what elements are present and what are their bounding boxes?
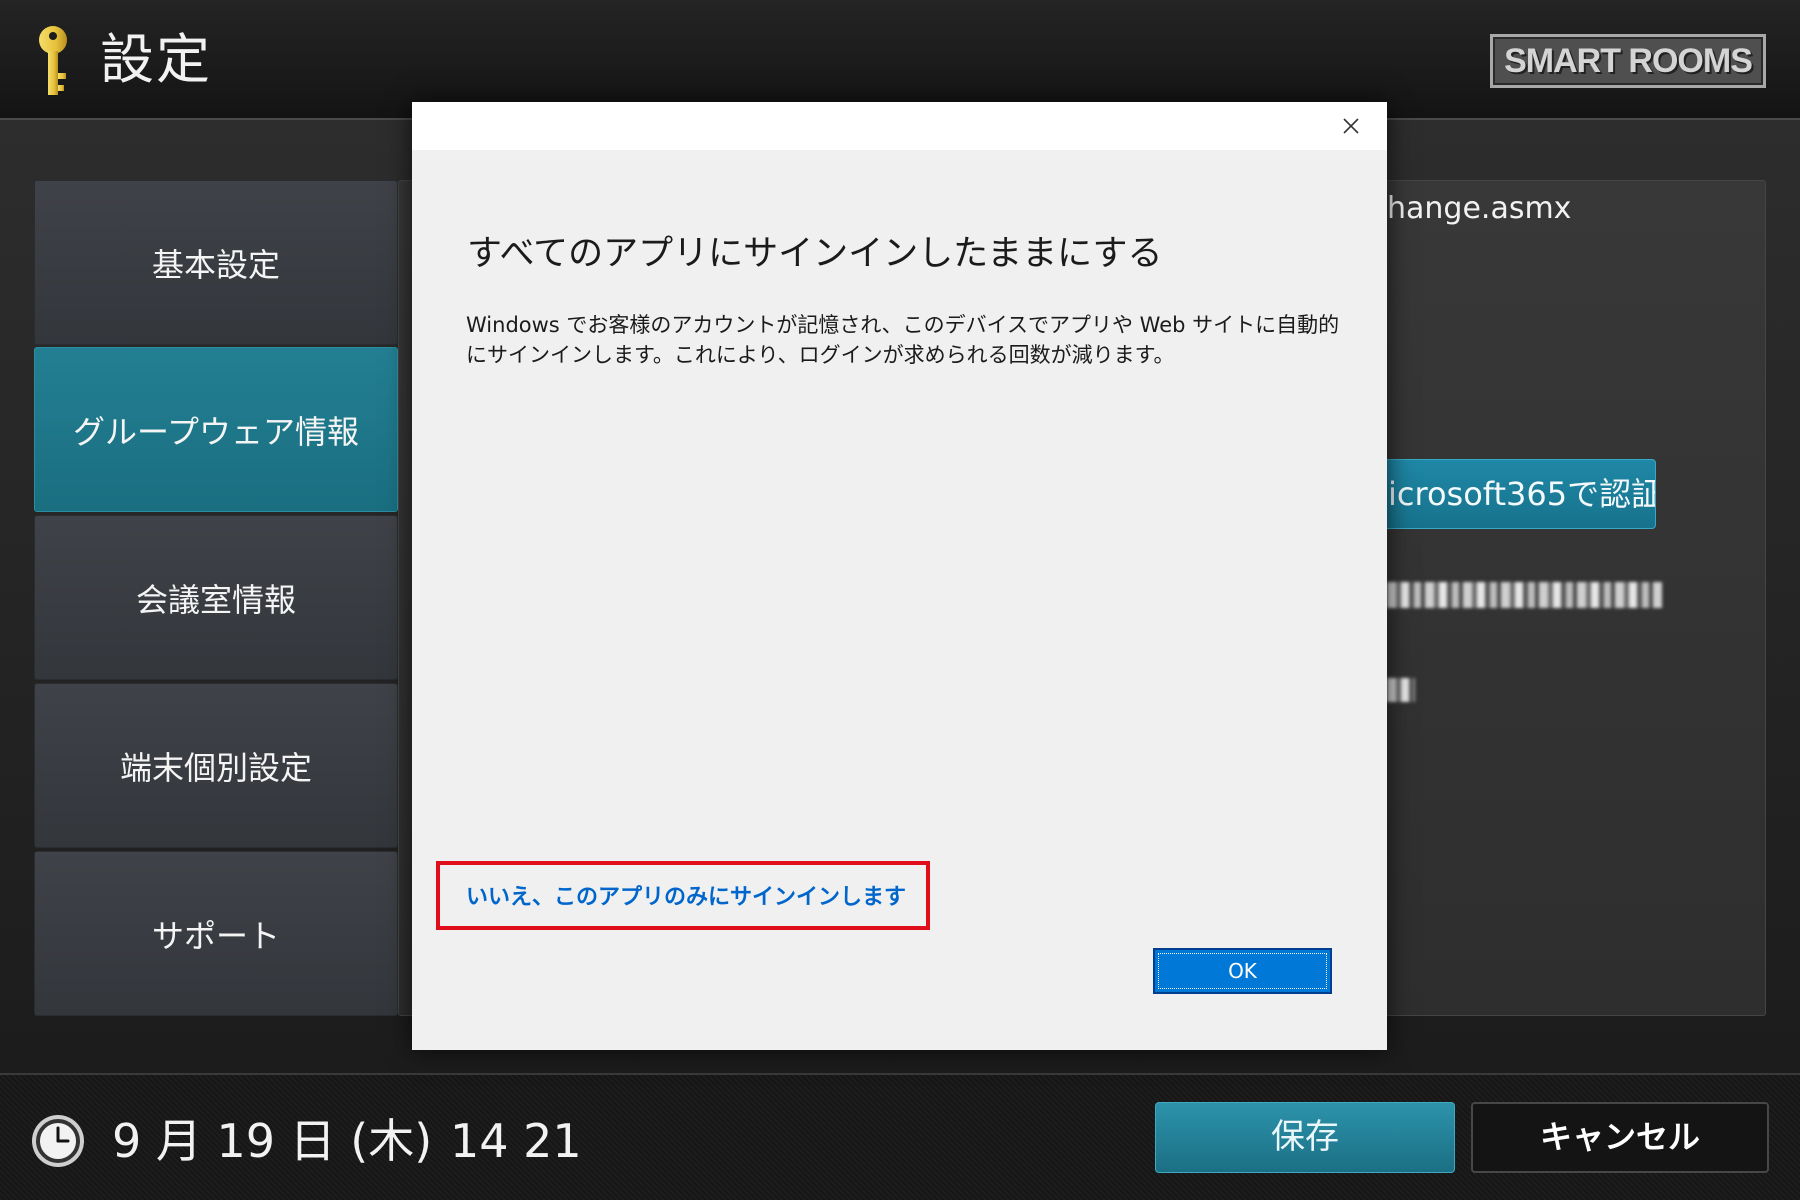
dialog-heading: すべてのアプリにサインインしたままにする — [467, 234, 1163, 274]
sidebar-item-device-settings[interactable]: 端末個別設定 — [34, 683, 398, 848]
cancel-button[interactable]: キャンセル — [1471, 1102, 1769, 1173]
sidebar-item-label: 端末個別設定 — [119, 748, 312, 787]
screen: 設定 SMART ROOMS 基本設定 グループウェア情報 会議室情報 端末個別… — [0, 0, 1800, 1200]
sidebar: 基本設定 グループウェア情報 会議室情報 端末個別設定 サポート — [34, 180, 398, 1016]
server-url-text: hange.asmx — [1387, 191, 1572, 226]
sidebar-item-support[interactable]: サポート — [34, 851, 398, 1016]
sidebar-item-groupware-info[interactable]: グループウェア情報 — [34, 347, 398, 512]
this-app-only-link[interactable]: いいえ、このアプリのみにサインインします — [466, 883, 906, 913]
sidebar-item-label: 会議室情報 — [135, 580, 296, 619]
redacted-text — [1387, 678, 1415, 702]
time-display: 14 21 — [450, 1114, 582, 1168]
key-icon — [39, 26, 67, 95]
sidebar-item-label: 基本設定 — [151, 245, 280, 284]
close-icon[interactable] — [1337, 112, 1365, 140]
clock-icon — [32, 1115, 84, 1167]
sign-in-dialog: すべてのアプリにサインインしたままにする Windows でお客様のアカウントが… — [412, 102, 1387, 1050]
sidebar-item-room-info[interactable]: 会議室情報 — [34, 515, 398, 680]
save-button[interactable]: 保存 — [1155, 1102, 1455, 1173]
dialog-body-text: Windows でお客様のアカウントが記憶され、このデバイスでアプリや Web … — [466, 313, 1340, 367]
microsoft365-auth-button[interactable]: icrosoft365で認証 — [1372, 459, 1656, 529]
redacted-text — [1387, 582, 1662, 608]
sidebar-item-label: サポート — [151, 916, 280, 955]
dialog-title-bar — [412, 102, 1387, 150]
date-display: 9 月 19 日 (木) — [112, 1114, 433, 1168]
sidebar-item-basic-settings[interactable]: 基本設定 — [34, 180, 398, 345]
smart-rooms-logo: SMART ROOMS — [1490, 34, 1766, 88]
ok-button[interactable]: OK — [1153, 948, 1332, 994]
sidebar-item-label: グループウェア情報 — [72, 412, 360, 451]
page-title: 設定 — [100, 28, 212, 91]
